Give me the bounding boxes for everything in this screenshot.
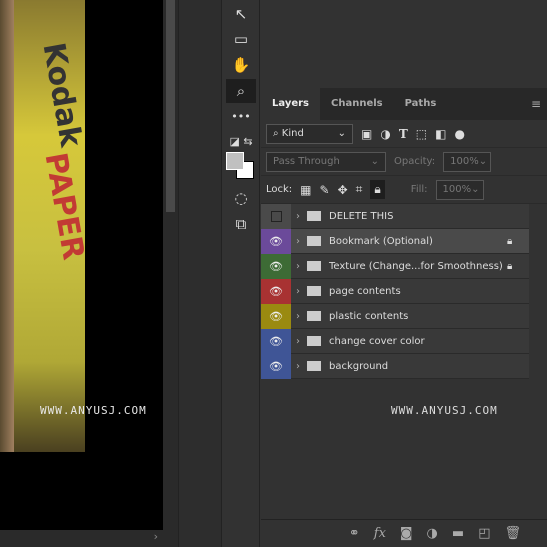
lock-artboard-icon[interactable]: ⌗ <box>356 182 363 197</box>
layer-row[interactable]: 👁︎ › plastic contents <box>261 303 529 329</box>
eye-icon[interactable]: 👁︎ <box>261 328 291 354</box>
zoom-icon[interactable]: ⌕ <box>226 79 256 103</box>
scrollbar-thumb[interactable] <box>166 0 175 212</box>
horizontal-scrollbar[interactable]: › <box>0 530 178 547</box>
move-arrow-icon[interactable]: ↖ <box>226 2 256 26</box>
layer-row[interactable]: 👁︎ › Bookmark (Optional) 🔒︎ <box>261 228 529 254</box>
lock-transparent-icon[interactable]: ▦ <box>300 183 311 197</box>
chevron-right-icon[interactable]: › <box>291 261 305 272</box>
toolbar: ↖ ▭ ✋ ⌕ ••• ◪ ⇆ ◌ ⧉ <box>222 0 260 547</box>
chevron-right-icon[interactable]: › <box>291 311 305 322</box>
eye-icon[interactable]: 👁︎ <box>261 253 291 279</box>
layer-row[interactable]: › DELETE THIS <box>261 203 529 229</box>
blend-mode-select[interactable]: Pass Through ⌄ <box>266 151 386 172</box>
layer-name: DELETE THIS <box>329 210 394 222</box>
filter-toggle[interactable]: ● <box>454 127 464 141</box>
layer-row[interactable]: 👁︎ › background <box>261 353 529 379</box>
smart-object-filter-icon[interactable]: ◧ <box>435 127 446 141</box>
layer-row[interactable]: 👁︎ › Texture (Change...for Smoothness) 🔒… <box>261 253 529 279</box>
foreground-color-swatch[interactable] <box>226 152 244 170</box>
layers-panel: Layers Channels Paths ≡ ⌕ Kind ⌄ ▣ ◑ T ⬚ … <box>261 88 547 547</box>
layer-name: plastic contents <box>329 310 409 322</box>
folder-icon <box>307 286 321 296</box>
folder-icon <box>307 211 321 221</box>
more-tools-icon[interactable]: ••• <box>226 105 256 129</box>
folder-icon <box>307 361 321 371</box>
layer-name: background <box>329 360 389 372</box>
screen-mode-icon[interactable]: ⧉ <box>226 212 256 236</box>
fill-label: Fill: <box>410 184 428 195</box>
watermark: WWW.ANYUSJ.COM <box>391 404 498 417</box>
layer-name: page contents <box>329 285 401 297</box>
eye-icon[interactable]: 👁︎ <box>261 278 291 304</box>
quick-mask-icon[interactable]: ◌ <box>226 186 256 210</box>
hand-icon[interactable]: ✋ <box>226 53 256 77</box>
folder-icon <box>307 261 321 271</box>
document-canvas[interactable]: Kodak PAPER WWW.ANYUSJ.COM <box>0 0 163 530</box>
chevron-right-icon[interactable]: › <box>291 361 305 372</box>
chevron-right-icon[interactable]: › <box>291 286 305 297</box>
adjustment-filter-icon[interactable]: ◑ <box>380 127 390 141</box>
lock-position-icon[interactable]: ✥ <box>338 183 348 197</box>
panel-menu-icon[interactable]: ≡ <box>531 97 541 111</box>
eye-icon[interactable]: 👁︎ <box>261 353 291 379</box>
fill-field[interactable]: 100% ⌄ <box>435 179 484 200</box>
add-mask-icon[interactable]: ◙ <box>400 526 413 541</box>
chevron-right-icon[interactable]: › <box>291 236 305 247</box>
rectangle-marquee-icon[interactable]: ▭ <box>226 27 256 51</box>
search-icon: ⌕ <box>273 128 279 139</box>
chevron-down-icon: ⌄ <box>337 128 346 139</box>
new-group-icon[interactable]: ▬ <box>452 526 464 541</box>
scroll-right-icon[interactable]: › <box>154 530 158 543</box>
layer-row[interactable]: 👁︎ › page contents <box>261 278 529 304</box>
tab-layers[interactable]: Layers <box>261 88 320 120</box>
folder-icon <box>307 336 321 346</box>
folder-icon <box>307 236 321 246</box>
eye-icon[interactable]: 👁︎ <box>261 303 291 329</box>
panel-divider <box>178 0 222 547</box>
visibility-toggle[interactable] <box>261 203 291 229</box>
opacity-field[interactable]: 100% ⌄ <box>443 151 492 172</box>
lock-icon: 🔒︎ <box>507 235 513 247</box>
opacity-label: Opacity: <box>394 156 436 167</box>
link-layers-icon[interactable]: ⚭ <box>349 526 360 541</box>
tab-paths[interactable]: Paths <box>394 88 448 120</box>
filter-kind-select[interactable]: ⌕ Kind ⌄ <box>266 123 353 144</box>
book-spine <box>0 0 14 452</box>
image-filter-icon[interactable]: ▣ <box>361 127 372 141</box>
layer-list: › DELETE THIS 👁︎ › Bookmark (Optional) 🔒… <box>261 203 547 379</box>
layer-name: Texture (Change...for Smoothness) <box>329 260 503 272</box>
adjustment-layer-icon[interactable]: ◑ <box>427 526 438 541</box>
lock-all-icon[interactable]: 🔒︎ <box>370 180 385 199</box>
shape-filter-icon[interactable]: ⬚ <box>416 127 427 141</box>
lock-image-icon[interactable]: ✎ <box>320 183 330 197</box>
watermark: WWW.ANYUSJ.COM <box>40 404 147 417</box>
new-layer-icon[interactable]: ◰ <box>478 526 490 541</box>
fx-icon[interactable]: fx <box>374 526 386 541</box>
eye-icon[interactable]: 👁︎ <box>261 228 291 254</box>
chevron-right-icon[interactable]: › <box>291 211 305 222</box>
panel-footer: ⚭ fx ◙ ◑ ▬ ◰ 🗑︎ <box>261 519 547 547</box>
layer-name: Bookmark (Optional) <box>329 235 433 247</box>
layer-name: change cover color <box>329 335 425 347</box>
type-filter-icon[interactable]: T <box>399 127 408 141</box>
tab-channels[interactable]: Channels <box>320 88 394 120</box>
lock-icon: 🔒︎ <box>507 260 513 272</box>
folder-icon <box>307 311 321 321</box>
layer-row[interactable]: 👁︎ › change cover color <box>261 328 529 354</box>
trash-icon[interactable]: 🗑︎ <box>504 526 521 541</box>
chevron-right-icon[interactable]: › <box>291 336 305 347</box>
swap-colors-icon[interactable]: ◪ ⇆ <box>226 130 256 154</box>
lock-label: Lock: <box>266 184 293 195</box>
